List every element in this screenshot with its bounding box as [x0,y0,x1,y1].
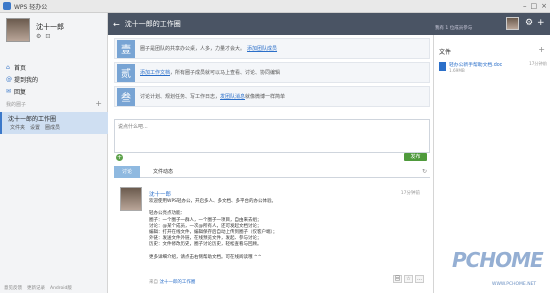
team-message-link[interactable]: 发团队消息 [220,93,245,100]
post-time: 17分钟前 [400,191,420,196]
user-tools: ⚙ ⊡ [36,33,50,40]
main-header: ← 沈十一郎的工作圈 [108,13,433,35]
add-members-link[interactable]: 添加团队成员 [247,45,277,52]
nav-item-home[interactable]: ⌂ 首页 [0,61,108,73]
step-one-badge: 壹 [117,39,135,58]
refresh-icon[interactable]: ↻ [422,168,427,175]
settings-gear-icon[interactable]: ⚙ [36,33,41,40]
feed: 沈十一郎 17分钟前 欢迎使用WPS轻办公，开启多人、多文档、多平台的办公体验。… [114,183,430,293]
feed-tabs: 讨论 文件动态 ↻ [114,166,430,178]
android-link[interactable]: Android版 [50,285,72,291]
reply-icon: ✉ [6,87,12,95]
add-circle-plus-icon[interactable]: + [95,99,102,109]
sidebar: 沈十一郎 ⚙ ⊡ ⌂ 首页 @ 提到我的 ✉ 回复 我的圈子 + 沈十一郎的工作… [0,13,108,293]
my-circles-header: 我的圈子 + [0,99,108,109]
changelog-link[interactable]: 更新记录 [27,285,45,291]
files-header: 文件 [439,49,452,56]
nav-label: 回复 [14,88,27,96]
add-file-plus-icon[interactable]: + [538,46,545,54]
minimize-icon[interactable]: – [523,2,527,11]
source-prefix: 来自 [149,280,158,285]
nav-item-replies[interactable]: ✉ 回复 [0,85,108,97]
file-name[interactable]: 轻办公新手帮助文档.doc [449,61,502,68]
step-two-badge: 贰 [117,63,135,82]
circle-members-link[interactable]: 圈成员 [45,124,60,131]
post-actions: 回 ☆ … [393,275,424,283]
doc-file-icon [439,62,446,71]
star-icon[interactable]: ☆ [404,275,413,283]
back-arrow-icon[interactable]: ← [113,20,120,29]
avatar[interactable] [6,18,30,42]
close-icon[interactable]: × [541,2,547,11]
file-size: 1.69MB [449,68,465,73]
wps-logo-icon [3,2,11,10]
hint-text: 圈子是团队的共享办公桌，人多，力量才会大。 [140,46,246,52]
gear-icon[interactable]: ⚙ [525,17,533,29]
my-circles-label: 我的圈子 [6,101,27,108]
home-icon: ⌂ [6,63,10,71]
watermark-url: WWW.PCHOME.NET [492,282,537,287]
logout-icon[interactable]: ⊡ [45,33,50,40]
pchome-watermark: PCHOME [452,248,544,272]
tab-discussion[interactable]: 讨论 [114,166,140,178]
nav-label: 首页 [14,64,27,72]
file-item[interactable]: 轻办公新手帮助文档.doc 1.69MB 17分钟前 [439,61,549,77]
post-button[interactable]: 发布 [404,153,427,161]
add-plus-icon[interactable]: + [537,17,545,29]
main-nav: ⌂ 首页 @ 提到我的 ✉ 回复 [0,61,108,97]
window-titlebar: WPS 轻办公 – □ × [0,0,550,13]
source-circle-link[interactable]: 沈十一郎的工作圈 [159,280,195,285]
circle-links: 文件夹 设置 圈成员 [10,124,60,131]
sidebar-footer: 意见反馈 更新记录 Android版 [0,285,108,291]
attach-plus-icon[interactable]: + [116,154,123,161]
circle-name: 沈十一郎的工作圈 [8,116,57,123]
header-avatar[interactable] [506,17,519,30]
hint-row: 贰 添加工作文档 ，所有圈子成员就可以马上查看、讨论、协同编辑 [114,62,430,83]
hint-text: ，所有圈子成员就可以马上查看、讨论、协同编辑 [170,70,281,76]
post-input[interactable] [115,120,429,152]
post-line: 更多详细介绍，请点击右侧帮助文档。可在线阅读哦 ^^ [149,254,262,260]
post-avatar[interactable] [120,187,142,211]
step-three-badge: 叁 [117,87,135,106]
post-composer [114,119,430,153]
file-time: 17分钟前 [529,61,547,66]
window-title: WPS 轻办公 [14,3,48,11]
hint-text: 就像微博一样简单 [245,94,286,100]
post-author[interactable]: 沈十一郎 [149,190,171,198]
composer-footer: + 发布 [114,153,430,162]
post-source: 来自 沈十一郎的工作圈 [149,279,195,285]
circle-item-active[interactable]: 沈十一郎的工作圈 文件夹 设置 圈成员 [0,112,108,134]
member-count-note: 我有 1 位成员参与 [435,26,473,31]
tab-file-activity[interactable]: 文件动态 [148,166,178,178]
circle-settings-link[interactable]: 设置 [30,124,40,131]
hint-row: 叁 讨论计划、规划任务、写工作日志， 发团队消息 就像微博一样简单 [114,86,430,107]
right-header: 我有 1 位成员参与 ⚙ + [433,13,550,35]
nav-item-mentions[interactable]: @ 提到我的 [0,73,108,85]
circle-folder-link[interactable]: 文件夹 [10,124,25,131]
add-document-link[interactable]: 添加工作文档 [140,69,170,76]
getting-started-hints: 壹 圈子是团队的共享办公桌，人多，力量才会大。 添加团队成员 贰 添加工作文档 … [114,38,430,110]
post-body: 欢迎使用WPS轻办公，开启多人、多文档、多平台的办公体验。 轻办公亮点功能： 圈… [149,199,419,261]
nav-label: 提到我的 [14,76,39,84]
window-controls: – □ × [523,2,547,11]
at-icon: @ [6,75,12,83]
hint-row: 壹 圈子是团队的共享办公桌，人多，力量才会大。 添加团队成员 [114,38,430,59]
more-icon[interactable]: … [415,275,424,283]
maximize-icon[interactable]: □ [531,2,538,11]
user-name[interactable]: 沈十一郎 [36,22,64,32]
reply-button[interactable]: 回 [393,275,402,283]
feedback-link[interactable]: 意见反馈 [4,285,22,291]
hint-text: 讨论计划、规划任务、写工作日志， [140,94,221,100]
page-title: 沈十一郎的工作圈 [124,20,181,28]
